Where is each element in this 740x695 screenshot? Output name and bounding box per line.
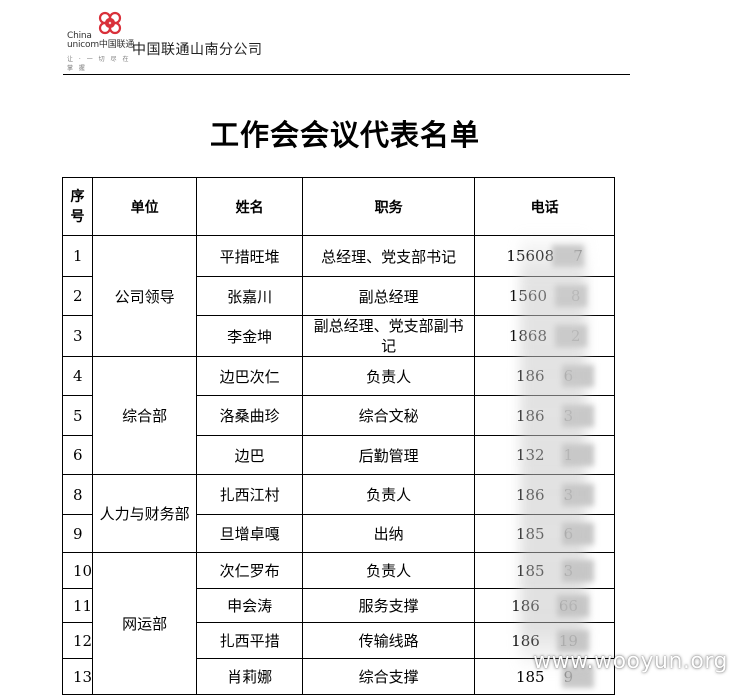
- cell-seq: 10: [61, 552, 94, 589]
- cell-seq: 8: [61, 474, 94, 515]
- cell-name: 扎西江村: [196, 474, 304, 515]
- col-header-name: 姓名: [196, 177, 304, 236]
- cell-seq: 11: [61, 588, 94, 623]
- cell-unit: 综合部: [92, 356, 198, 475]
- col-header-seq: 序 号: [61, 177, 94, 236]
- cell-seq: 13: [61, 658, 94, 695]
- col-header-unit: 单位: [92, 177, 198, 236]
- cell-seq: 1: [61, 235, 94, 277]
- cell-name: 平措旺堆: [196, 235, 304, 277]
- cell-duty: 负责人: [302, 356, 476, 396]
- cell-duty: 综合文秘: [302, 395, 476, 436]
- brand-line-2: unicom中国联通: [67, 40, 135, 50]
- cell-seq: 5: [61, 395, 94, 436]
- redaction-smear: [520, 232, 586, 672]
- cell-name: 边巴次仁: [196, 356, 304, 396]
- cell-seq: 12: [61, 622, 94, 659]
- cell-duty: 出纳: [302, 514, 476, 553]
- cell-name: 申会涛: [196, 588, 304, 623]
- cell-duty: 副总经理: [302, 276, 476, 316]
- watermark: www.wooyun.org: [533, 649, 728, 674]
- cell-name: 边巴: [196, 435, 304, 475]
- cell-duty: 综合支撑: [302, 658, 476, 695]
- cell-duty: 服务支撑: [302, 588, 476, 623]
- unicom-logo: China unicom中国联通 让 · 一 切 尽 在 掌 握: [65, 10, 135, 72]
- cell-name: 洛桑曲珍: [196, 395, 304, 436]
- cell-unit: 公司领导: [92, 235, 198, 357]
- col-header-phone: 电话: [474, 177, 616, 236]
- col-header-duty: 职务: [302, 177, 476, 236]
- cell-seq: 3: [61, 315, 94, 357]
- cell-duty: 传输线路: [302, 622, 476, 659]
- cell-name: 次仁罗布: [196, 552, 304, 589]
- table-header-row: 序 号 单位 姓名 职务 电话: [61, 177, 616, 236]
- seq-header-line-2: 号: [70, 208, 85, 225]
- cell-duty: 负责人: [302, 474, 476, 515]
- cell-name: 旦增卓嘎: [196, 514, 304, 553]
- cell-seq: 4: [61, 356, 94, 396]
- cell-name: 张嘉川: [196, 276, 304, 316]
- brand-name: China unicom中国联通: [67, 32, 134, 50]
- cell-name: 李金坤: [196, 315, 304, 357]
- header-rule: [63, 74, 630, 75]
- seq-header-line-1: 序: [70, 188, 85, 205]
- cell-duty: 总经理、党支部书记: [302, 235, 476, 277]
- cell-name: 扎西平措: [196, 622, 304, 659]
- cell-duty: 后勤管理: [302, 435, 476, 475]
- document-title: 工作会会议代表名单: [209, 118, 480, 152]
- cell-name: 肖莉娜: [196, 658, 304, 695]
- brand-slogan: 让 · 一 切 尽 在 掌 握: [67, 56, 131, 72]
- cell-unit: 人力与财务部: [92, 474, 198, 553]
- cell-unit: 网运部: [92, 552, 198, 695]
- cell-seq: 2: [61, 276, 94, 316]
- cell-duty: 负责人: [302, 552, 476, 589]
- cell-seq: 6: [61, 435, 94, 475]
- company-name: 中国联通山南分公司: [132, 42, 263, 58]
- cell-seq: 9: [61, 514, 94, 553]
- cell-duty: 副总经理、党支部副书记: [302, 315, 476, 357]
